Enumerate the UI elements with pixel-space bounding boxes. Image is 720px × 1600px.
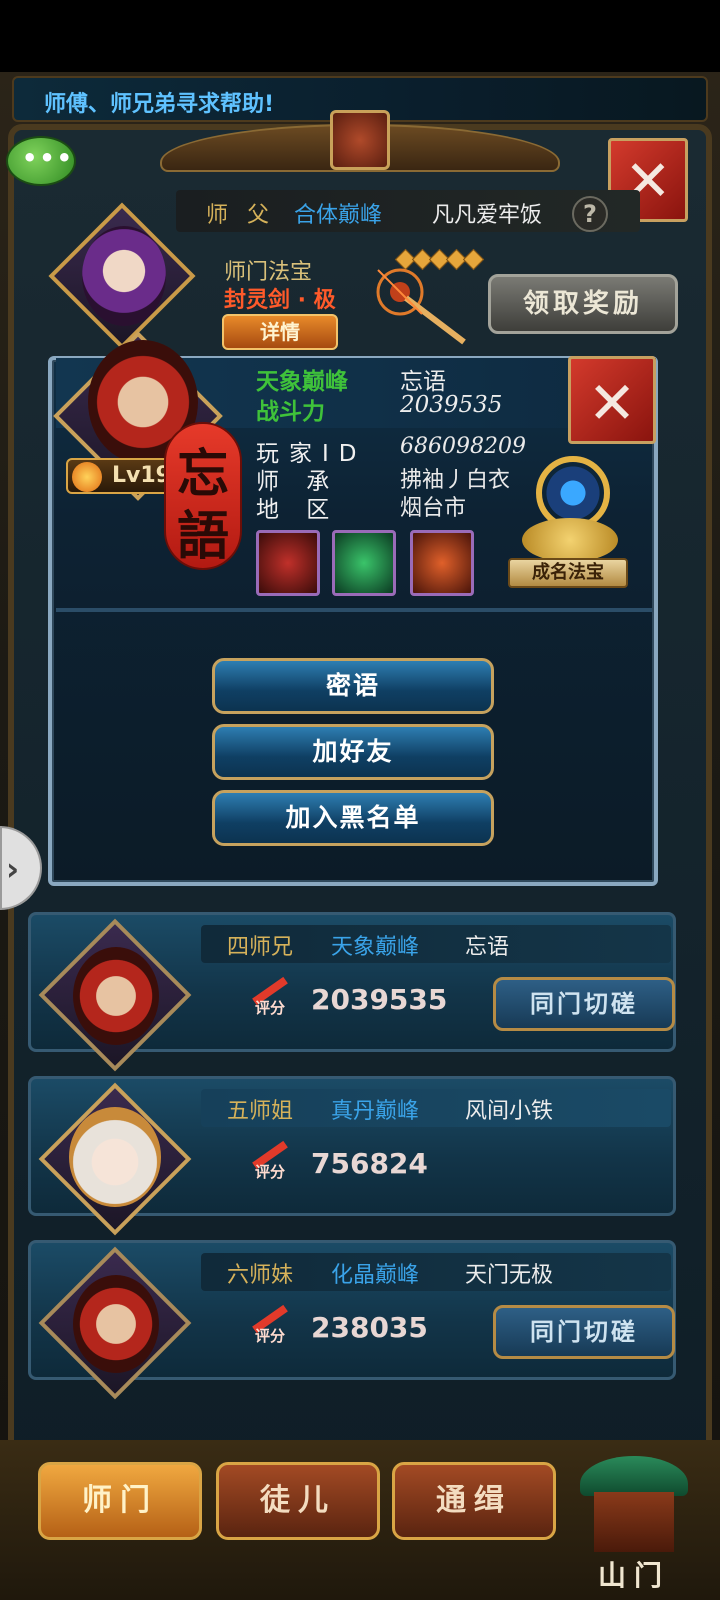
member-name: 风间小铁 bbox=[465, 1099, 554, 1124]
mountain-gate-label: 山门 bbox=[597, 1559, 670, 1592]
blacklist-button[interactable]: 加入黑名单 bbox=[212, 790, 494, 846]
member-portrait bbox=[73, 1275, 159, 1373]
spar-button[interactable]: 同门切磋 bbox=[493, 1305, 675, 1359]
member-avatar bbox=[38, 918, 192, 1072]
member-realm: 真丹巅峰 bbox=[331, 1099, 420, 1124]
member-rank: 六师妹 bbox=[227, 1263, 294, 1288]
level-text: Lv19 bbox=[112, 463, 171, 488]
member-row[interactable]: 五师姐 真丹巅峰 风间小铁 评分 756824 bbox=[28, 1076, 676, 1236]
master-info-row: 师 父 合体巅峰 凡凡爱牢饭 bbox=[176, 190, 640, 232]
member-row[interactable]: 四师兄 天象巅峰 忘语 评分 2039535 同门切磋 bbox=[28, 912, 676, 1072]
cloud-icon bbox=[522, 518, 618, 562]
master-name: 凡凡爱牢饭 bbox=[432, 203, 543, 228]
seal-char-2: 語 bbox=[176, 506, 229, 567]
name-seal: 忘 語 bbox=[164, 422, 242, 570]
member-realm: 天象巅峰 bbox=[331, 935, 420, 960]
member-name: 天门无极 bbox=[465, 1263, 554, 1288]
status-bar bbox=[0, 0, 720, 72]
member-portrait bbox=[69, 1107, 161, 1207]
sword-icon bbox=[376, 268, 466, 345]
rating-label: 评分 bbox=[255, 999, 286, 1017]
treasure-name: 封灵剑 · 极 bbox=[224, 288, 336, 313]
member-power: 756824 bbox=[311, 1147, 428, 1180]
member-rank: 四师兄 bbox=[227, 935, 294, 960]
power-label: 战斗力 bbox=[256, 399, 325, 425]
master-realm: 合体巅峰 bbox=[294, 203, 383, 228]
player-realm: 天象巅峰 bbox=[256, 369, 348, 395]
tab-disciples[interactable]: 徒儿 bbox=[216, 1462, 380, 1540]
rating-icon: 评分 bbox=[249, 1140, 299, 1185]
member-avatar bbox=[38, 1246, 192, 1400]
region-value: 烟台市 bbox=[400, 496, 467, 521]
chat-icon[interactable]: ••• bbox=[6, 136, 76, 186]
close-popup-button[interactable]: ✕ bbox=[568, 356, 656, 444]
skill-icon-dragon[interactable] bbox=[332, 530, 396, 596]
member-power: 238035 bbox=[311, 1311, 428, 1344]
skill-icon-flame[interactable] bbox=[410, 530, 474, 596]
popup-divider bbox=[56, 608, 652, 612]
fame-treasure-label: 成名法宝 bbox=[508, 558, 628, 588]
member-rank: 五师姐 bbox=[227, 1099, 294, 1124]
pagoda-body bbox=[594, 1492, 674, 1552]
tab-sect[interactable]: 师门 bbox=[38, 1462, 202, 1540]
tab-wanted[interactable]: 通缉 bbox=[392, 1462, 556, 1540]
member-name: 忘语 bbox=[465, 935, 510, 960]
roof-emblem bbox=[330, 110, 390, 170]
rating-label: 评分 bbox=[255, 1327, 286, 1345]
member-header: 六师妹 化晶巅峰 天门无极 bbox=[201, 1253, 671, 1291]
member-realm: 化晶巅峰 bbox=[331, 1263, 420, 1288]
member-header: 四师兄 天象巅峰 忘语 bbox=[201, 925, 671, 963]
pagoda-icon bbox=[580, 1456, 688, 1496]
skill-icon-fire[interactable] bbox=[256, 530, 320, 596]
mountain-gate-button[interactable]: 山门 bbox=[574, 1448, 694, 1600]
member-avatar bbox=[38, 1082, 192, 1236]
rating-label: 评分 bbox=[255, 1163, 286, 1181]
chat-icon-dots: ••• bbox=[22, 144, 75, 172]
player-name: 忘语 bbox=[400, 369, 446, 395]
claim-reward-button[interactable]: 领取奖励 bbox=[488, 274, 678, 334]
fame-treasure[interactable]: 成名法宝 bbox=[506, 456, 630, 592]
whisper-button[interactable]: 密语 bbox=[212, 658, 494, 714]
help-icon[interactable]: ? bbox=[572, 196, 608, 232]
chevron-right-icon: › bbox=[6, 850, 20, 888]
master-portrait bbox=[82, 226, 166, 326]
member-header: 五师姐 真丹巅峰 风间小铁 bbox=[201, 1089, 671, 1127]
spar-button[interactable]: 同门切磋 bbox=[493, 977, 675, 1031]
rating-icon: 评分 bbox=[249, 976, 299, 1021]
master-label: 师 父 bbox=[206, 203, 275, 228]
rating-icon: 评分 bbox=[249, 1304, 299, 1349]
flame-icon bbox=[72, 462, 102, 492]
power-value: 2039535 bbox=[400, 392, 503, 418]
level-badge: Lv19 bbox=[66, 458, 171, 494]
add-friend-button[interactable]: 加好友 bbox=[212, 724, 494, 780]
member-row[interactable]: 六师妹 化晶巅峰 天门无极 评分 238035 同门切磋 bbox=[28, 1240, 676, 1400]
member-portrait bbox=[73, 947, 159, 1045]
roof-ornament bbox=[160, 104, 560, 184]
close-icon: ✕ bbox=[587, 369, 637, 437]
member-power: 2039535 bbox=[311, 983, 448, 1016]
field-label: 地 区 bbox=[256, 497, 340, 523]
